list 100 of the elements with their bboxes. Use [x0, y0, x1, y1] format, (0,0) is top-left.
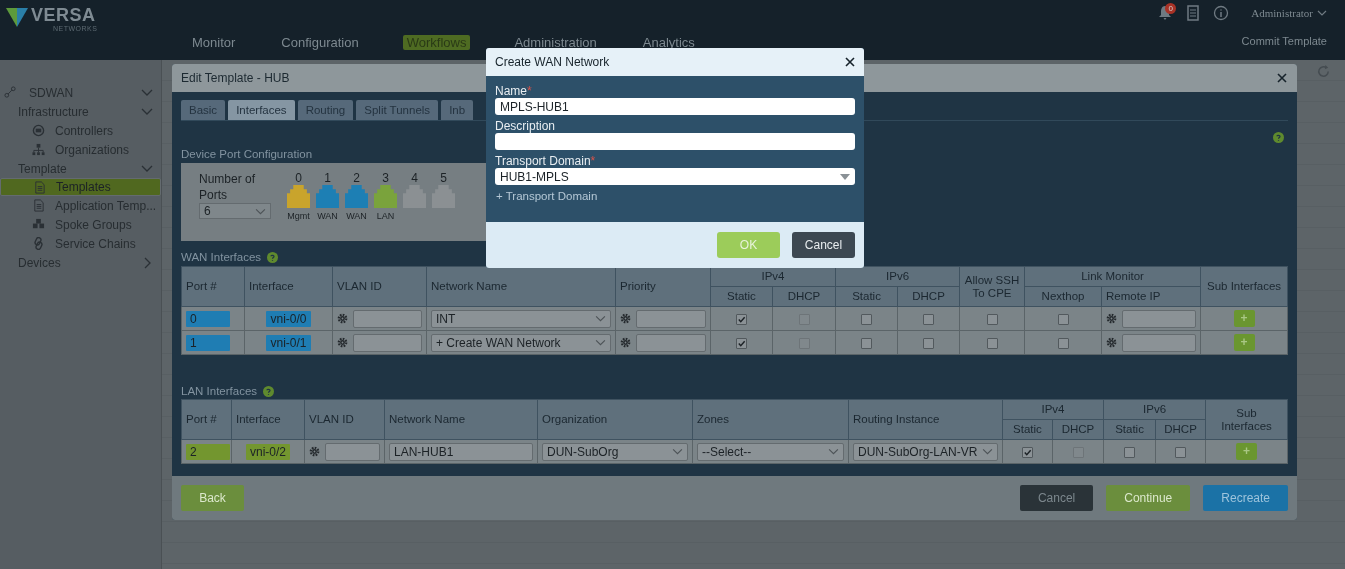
dialog-button[interactable]: OK — [717, 232, 780, 258]
checkbox[interactable] — [861, 337, 872, 349]
add-button[interactable]: + — [1233, 334, 1255, 351]
ports-select[interactable]: 6 — [199, 203, 271, 219]
checkbox[interactable] — [986, 337, 998, 349]
info-icon[interactable] — [1213, 5, 1230, 21]
checkbox[interactable] — [1057, 337, 1069, 349]
checkbox[interactable] — [736, 313, 747, 325]
settings-icon[interactable] — [620, 313, 631, 324]
settings-icon[interactable] — [337, 337, 348, 348]
remote-ip-field[interactable] — [1122, 309, 1197, 328]
add-button[interactable]: + — [1236, 443, 1258, 460]
field-label: Description — [495, 119, 557, 133]
remote-ip-field[interactable] — [1122, 333, 1197, 352]
column-header: Zones — [692, 399, 849, 440]
port-label: Mgmt — [287, 211, 310, 221]
priority-field[interactable] — [636, 309, 706, 328]
tab[interactable]: Inb — [441, 100, 474, 120]
refresh-icon[interactable] — [1316, 64, 1331, 79]
settings-icon[interactable] — [1106, 313, 1118, 324]
checkbox[interactable] — [986, 313, 998, 325]
add-button[interactable]: + — [1233, 310, 1255, 327]
field-label: Number of Ports — [199, 171, 257, 203]
checkbox[interactable] — [923, 337, 934, 349]
footer-button[interactable]: Recreate — [1203, 485, 1288, 511]
settings-icon[interactable] — [1106, 337, 1118, 348]
help-icon[interactable] — [267, 251, 279, 263]
transport-domain-link[interactable]: + Transport Domain — [496, 190, 598, 202]
checkbox[interactable] — [861, 313, 872, 325]
nav-tab[interactable]: Analytics — [640, 35, 697, 50]
section-title: Device Port Configuration — [181, 147, 313, 161]
input-field[interactable] — [495, 133, 855, 150]
vlan-id-field[interactable] — [325, 442, 380, 461]
settings-icon[interactable] — [337, 313, 348, 324]
settings-icon[interactable] — [620, 337, 631, 348]
footer-button[interactable]: Continue — [1106, 485, 1191, 511]
chevron-down-icon[interactable] — [982, 448, 993, 455]
checkbox[interactable] — [736, 337, 747, 349]
column-header: VLAN ID — [304, 399, 385, 440]
checkbox[interactable] — [1124, 446, 1135, 458]
column-header: IPv6 — [1103, 399, 1206, 420]
nav-tab[interactable]: Configuration — [279, 35, 361, 50]
chevron-down-icon[interactable] — [828, 448, 839, 455]
footer-button[interactable]: Back — [181, 485, 244, 511]
section-title: LAN Interfaces — [181, 385, 258, 397]
network-name-field[interactable]: LAN-HUB1 — [389, 442, 533, 461]
commit-template-link[interactable]: Commit Template — [1241, 35, 1327, 47]
network-icon — [4, 86, 17, 99]
column-header: Interface — [244, 266, 333, 307]
nav-tab[interactable]: Administration — [512, 35, 599, 50]
document-icon — [32, 199, 45, 212]
dialog-title: Create WAN Network — [495, 55, 610, 69]
vlan-id-field[interactable] — [353, 309, 422, 328]
priority-field[interactable] — [636, 333, 706, 352]
routing-instance-select[interactable]: DUN-SubOrg-LAN-VR — [853, 442, 998, 461]
zones-select[interactable]: --Select-- — [697, 442, 844, 461]
help-icon[interactable] — [263, 385, 275, 397]
chevron-down-icon[interactable] — [1317, 10, 1327, 16]
checkbox[interactable] — [1022, 446, 1033, 458]
dialog-button[interactable]: Cancel — [792, 232, 855, 258]
port-number: 5 — [440, 171, 447, 185]
chevron-down-icon[interactable] — [595, 339, 606, 346]
chevron-down-icon[interactable] — [595, 315, 606, 322]
column-header: Port # — [181, 399, 232, 440]
user-menu[interactable]: Administrator — [1251, 7, 1313, 19]
checkbox[interactable] — [923, 313, 934, 325]
settings-icon[interactable] — [309, 446, 320, 457]
dropdown-arrow-icon[interactable] — [840, 173, 850, 180]
close-icon[interactable] — [845, 57, 855, 67]
tab[interactable]: Basic — [181, 100, 226, 120]
nav-tab[interactable]: Monitor — [190, 35, 238, 50]
column-header: Sub Interfaces — [1205, 399, 1288, 440]
checkbox[interactable] — [1057, 313, 1069, 325]
document-icon[interactable] — [1185, 5, 1202, 21]
help-icon[interactable] — [1273, 131, 1284, 143]
cubes-icon — [32, 218, 45, 231]
sidebar-item[interactable]: Templates — [0, 178, 161, 196]
ethernet-port-icon[interactable] — [374, 185, 397, 208]
ethernet-port-icon[interactable] — [287, 185, 310, 208]
column-header: IPv4 — [1002, 399, 1104, 420]
transport-domain-select[interactable]: HUB1-MPLS — [495, 168, 855, 185]
link-icon — [32, 237, 45, 250]
footer-button[interactable]: Cancel — [1019, 485, 1094, 511]
column-header: Network Name — [426, 266, 616, 307]
column-header: IPv6 — [835, 266, 960, 287]
port-number: 2 — [353, 171, 360, 185]
input-field[interactable]: MPLS-HUB1 — [495, 98, 855, 115]
network-select[interactable]: + Create WAN Network — [431, 333, 611, 352]
checkbox[interactable] — [1175, 446, 1186, 458]
tab[interactable]: Interfaces — [228, 100, 295, 120]
chevron-down-icon[interactable] — [255, 207, 266, 215]
vlan-id-field[interactable] — [353, 333, 422, 352]
tab[interactable]: Routing — [297, 100, 354, 120]
tab[interactable]: Split Tunnels — [356, 100, 439, 120]
port-number: 0 — [295, 171, 302, 185]
field-label: Transport Domain* — [495, 154, 597, 168]
organization-select[interactable]: DUN-SubOrg — [542, 442, 688, 461]
network-select[interactable]: INT — [431, 309, 611, 328]
chevron-down-icon[interactable] — [672, 448, 683, 455]
port-number: 3 — [382, 171, 389, 185]
